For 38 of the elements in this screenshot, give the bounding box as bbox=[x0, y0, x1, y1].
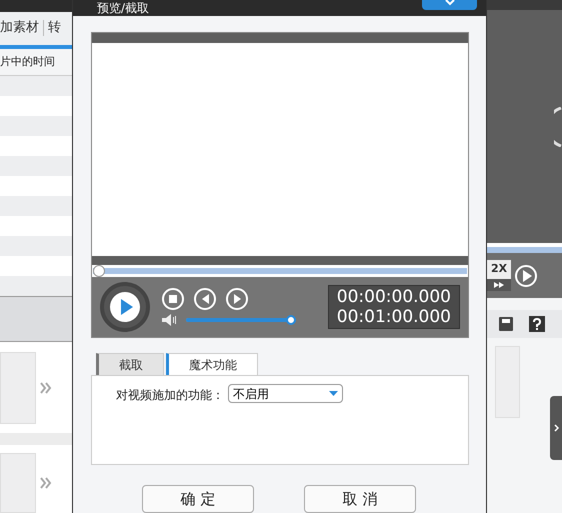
volume-slider[interactable] bbox=[186, 315, 296, 325]
clip-thumbnail[interactable] bbox=[0, 352, 36, 424]
double-chevron-icon bbox=[40, 382, 52, 394]
fast-forward-icon bbox=[494, 282, 504, 288]
window-title: 预览/截取 bbox=[97, 0, 150, 16]
table-row[interactable] bbox=[0, 276, 72, 296]
close-button[interactable] bbox=[422, 0, 477, 10]
clip-thumbnail[interactable] bbox=[0, 453, 36, 513]
field-label: 对视频施加的功能： bbox=[116, 387, 224, 404]
dropdown-arrow-icon bbox=[329, 391, 338, 396]
toolbar-label[interactable]: 加素材 bbox=[0, 18, 39, 38]
stop-button[interactable] bbox=[162, 288, 184, 310]
help-icon[interactable] bbox=[529, 316, 545, 332]
save-icon[interactable] bbox=[499, 317, 513, 331]
speed-button[interactable]: 2X bbox=[487, 260, 512, 279]
progress-track[interactable] bbox=[93, 265, 467, 277]
volume-icon[interactable] bbox=[162, 314, 178, 326]
dialog-button[interactable]: 取 消 bbox=[304, 485, 416, 513]
ring-icon bbox=[554, 106, 562, 146]
previous-frame-button[interactable] bbox=[194, 288, 216, 310]
tab[interactable]: 截取 bbox=[96, 353, 164, 375]
toolbar-panel bbox=[0, 296, 72, 342]
chevron-right-icon bbox=[554, 424, 558, 432]
play-button[interactable] bbox=[100, 282, 150, 332]
tab[interactable]: 魔术功能 bbox=[166, 353, 258, 375]
progress-thumb[interactable] bbox=[93, 265, 105, 277]
clip-thumbnail[interactable] bbox=[495, 346, 520, 418]
fast-forward-button[interactable] bbox=[487, 278, 512, 291]
next-frame-button[interactable] bbox=[226, 288, 248, 310]
double-chevron-icon bbox=[40, 477, 52, 489]
close-icon[interactable] bbox=[444, 0, 456, 6]
expand-tab[interactable] bbox=[550, 396, 562, 460]
function-dropdown[interactable]: 不启用 bbox=[228, 384, 343, 403]
column-header: 片中的时间 bbox=[0, 54, 55, 70]
toolbar-label[interactable]: 转 bbox=[48, 18, 61, 38]
timecode: 00:01:00.000 bbox=[336, 307, 451, 327]
timecode: 00:00:00.000 bbox=[336, 287, 451, 307]
dialog-button[interactable]: 确 定 bbox=[142, 485, 254, 513]
